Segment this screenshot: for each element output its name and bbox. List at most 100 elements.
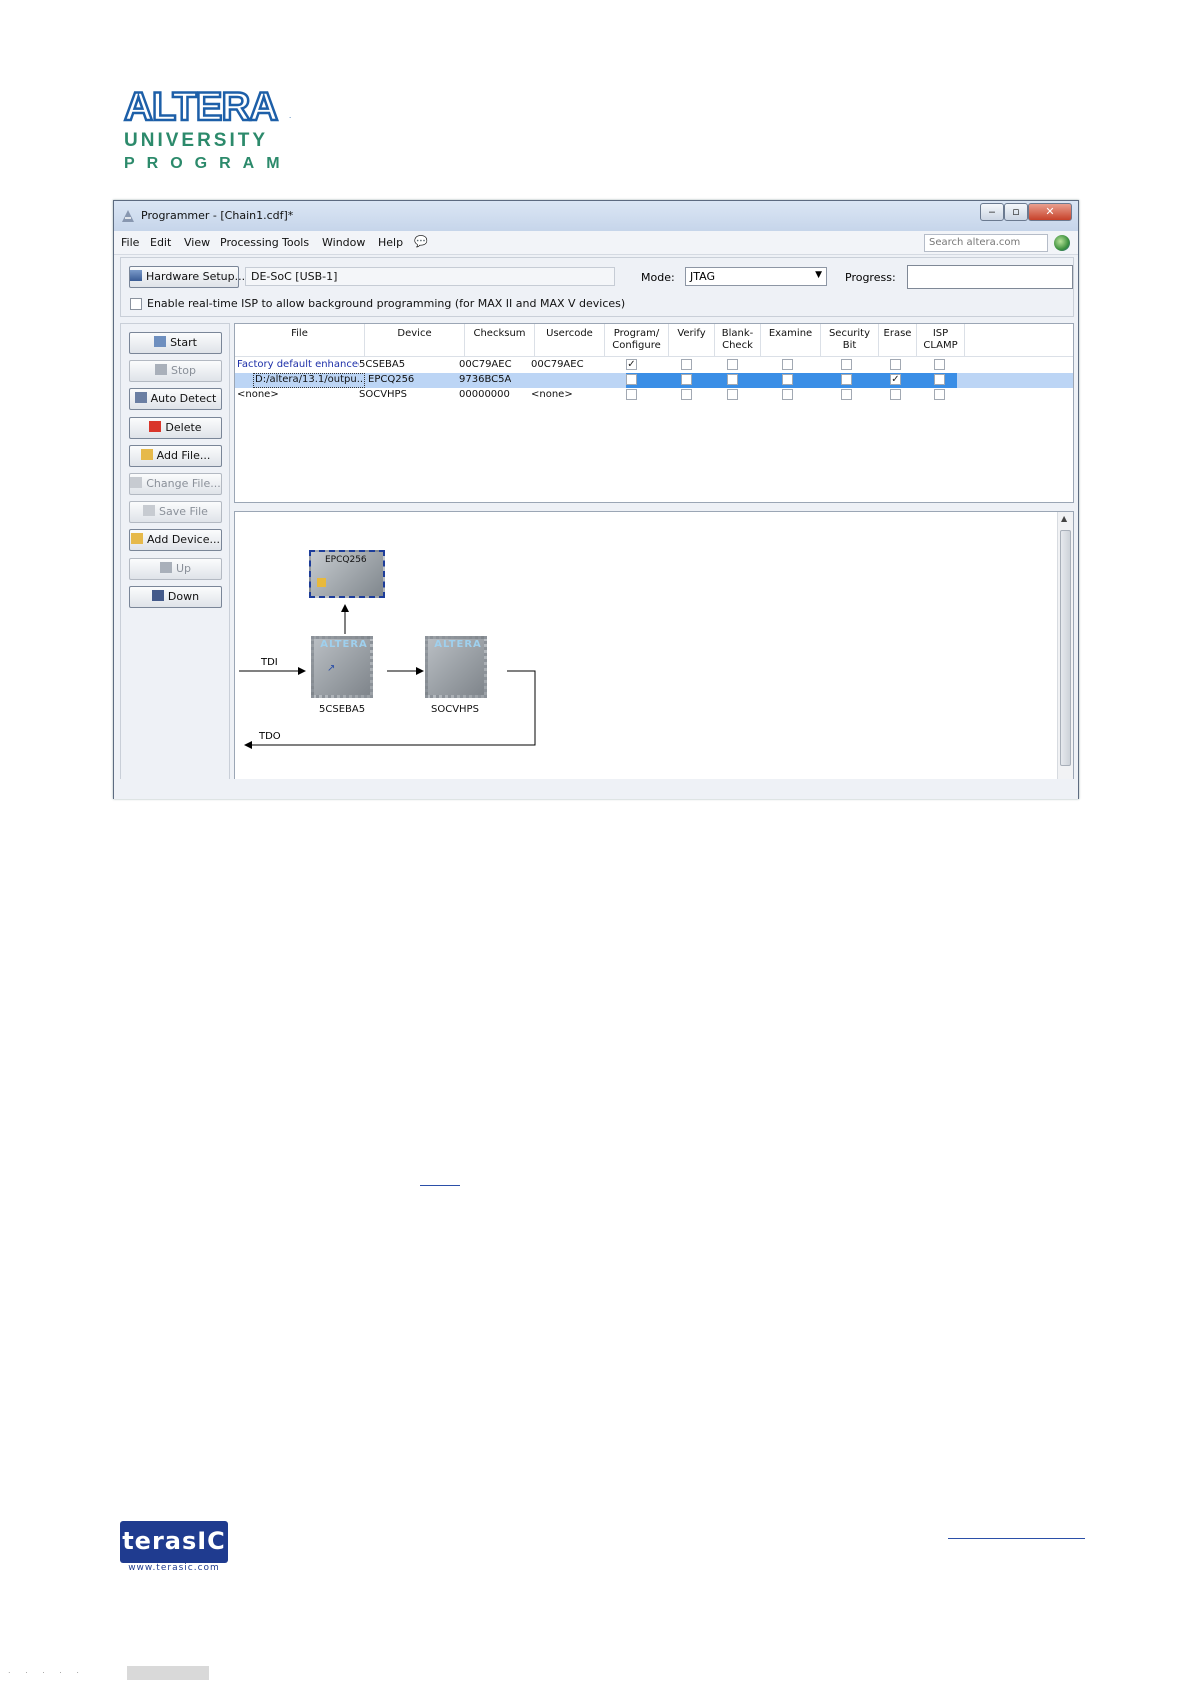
programmer-app-icon xyxy=(122,210,134,222)
mode-select[interactable]: JTAG ▼ xyxy=(685,267,827,286)
scroll-up-icon[interactable]: ▲ xyxy=(1061,514,1067,523)
save-file-button[interactable]: Save File xyxy=(129,501,222,524)
menu-file[interactable]: File xyxy=(121,236,139,249)
flash-file-icon xyxy=(317,578,326,587)
checkbox[interactable] xyxy=(782,374,793,385)
checkbox[interactable] xyxy=(727,359,738,370)
up-button[interactable]: Up xyxy=(129,557,222,580)
button-label: Up xyxy=(175,561,192,575)
checkbox[interactable] xyxy=(681,389,692,400)
table-row[interactable]: D:/altera/13.1/outpu... EPCQ256 9736BC5A ✓ xyxy=(235,373,1073,388)
altera-university-program-logo: ALTERA . UNIVERSITY PROGRAM xyxy=(122,84,302,174)
hardware-icon xyxy=(130,270,142,281)
vertical-scrollbar[interactable]: ▲ ▼ xyxy=(1057,512,1073,792)
menu-help[interactable]: Help xyxy=(378,236,403,249)
checkbox[interactable]: ✓ xyxy=(890,374,901,385)
column-header[interactable]: Device xyxy=(365,324,465,356)
table-row[interactable]: Factory default enhanced...5CSEBA5 00C79A… xyxy=(235,358,1073,373)
hyperlink-underline[interactable] xyxy=(420,1185,460,1186)
cell-file[interactable]: Factory default enhanced... xyxy=(237,359,359,370)
terasic-logo-box: terasIC xyxy=(120,1521,228,1563)
menu-processing[interactable]: Processing xyxy=(220,236,279,249)
checkbox[interactable] xyxy=(727,389,738,400)
tdo-wire xyxy=(244,670,536,749)
column-header[interactable]: Security Bit xyxy=(821,324,879,356)
delete-button[interactable]: Delete xyxy=(129,416,222,439)
menu-window[interactable]: Window xyxy=(322,236,365,249)
progress-bar xyxy=(907,265,1073,289)
column-header[interactable]: Erase xyxy=(879,324,917,356)
change-file-button[interactable]: Change File... xyxy=(129,473,222,495)
epcq-flash-device[interactable]: EPCQ256 xyxy=(309,550,385,598)
column-header[interactable]: Usercode xyxy=(535,324,605,356)
checkbox[interactable] xyxy=(727,374,738,385)
checkbox[interactable] xyxy=(890,359,901,370)
checkbox[interactable] xyxy=(681,374,692,385)
button-label: Add Device... xyxy=(147,533,220,547)
checkbox[interactable] xyxy=(890,389,901,400)
column-header[interactable]: ISP CLAMP xyxy=(917,324,965,356)
column-header[interactable]: Checksum xyxy=(465,324,535,356)
add-device-icon xyxy=(131,533,144,545)
table-row[interactable]: <none> SOCVHPS 00000000 <none> xyxy=(235,388,1073,403)
hardware-setup-button[interactable]: Hardware Setup... xyxy=(129,266,245,288)
title-bar[interactable]: Programmer - [Chain1.cdf]* ‒ ▫ ✕ xyxy=(114,201,1078,231)
window-title: Programmer - [Chain1.cdf]* xyxy=(141,209,294,222)
menu-edit[interactable]: Edit xyxy=(150,236,171,249)
cell-file[interactable]: <none> xyxy=(237,389,359,400)
device-socvhps[interactable]: ALTERA xyxy=(425,636,487,698)
progress-label: Progress: xyxy=(845,271,896,284)
checkbox[interactable] xyxy=(841,359,852,370)
checkbox[interactable] xyxy=(681,359,692,370)
checkbox[interactable] xyxy=(782,389,793,400)
checkbox[interactable] xyxy=(934,359,945,370)
column-header[interactable]: Program/ Configure xyxy=(605,324,669,356)
search-input[interactable]: Search altera.com xyxy=(924,234,1048,252)
scroll-thumb[interactable] xyxy=(1060,530,1071,766)
cell-checksum: 00000000 xyxy=(459,389,510,400)
column-header[interactable]: Examine xyxy=(761,324,821,356)
checkbox[interactable] xyxy=(841,389,852,400)
checkbox[interactable] xyxy=(934,374,945,385)
start-button[interactable]: Start xyxy=(129,332,222,354)
menu-view[interactable]: View xyxy=(184,236,210,249)
column-header[interactable]: Blank- Check xyxy=(715,324,761,356)
cell-device: SOCVHPS xyxy=(359,389,407,400)
footer-dots: . . . . . xyxy=(8,1666,85,1675)
hardware-field: DE-SoC [USB-1] xyxy=(245,267,615,286)
focus-outline xyxy=(253,373,365,388)
down-button[interactable]: Down xyxy=(129,585,222,608)
globe-icon[interactable] xyxy=(1054,235,1070,251)
checkbox[interactable] xyxy=(841,374,852,385)
isp-checkbox[interactable] xyxy=(130,298,142,310)
column-header[interactable]: File xyxy=(235,324,365,356)
button-label: Add File... xyxy=(156,448,211,462)
checkbox[interactable] xyxy=(626,389,637,400)
maximize-button[interactable]: ▫ xyxy=(1004,203,1028,221)
menu-tools[interactable]: Tools xyxy=(282,236,309,249)
svg-text:UNIVERSITY: UNIVERSITY xyxy=(124,130,268,151)
footer-link-underline[interactable] xyxy=(948,1538,1085,1539)
programmer-window: Programmer - [Chain1.cdf]* ‒ ▫ ✕ File Ed… xyxy=(113,200,1079,799)
change-file-icon xyxy=(130,477,143,488)
minimize-button[interactable]: ‒ xyxy=(980,203,1004,221)
jtag-chain-diagram: TDI TDO EPCQ256 ALTERA ↗ 5CSEBA5 ALTERA … xyxy=(234,511,1074,793)
stop-button[interactable]: Stop xyxy=(129,360,222,383)
help-topic-icon[interactable]: 💬 xyxy=(414,235,428,249)
terasic-logo: terasIC www.terasic.com xyxy=(120,1521,228,1573)
page: { "window": { "title": "Programmer - [Ch… xyxy=(0,0,1191,1684)
stop-icon xyxy=(154,364,167,376)
checkbox[interactable] xyxy=(934,389,945,400)
column-header[interactable]: Verify xyxy=(669,324,715,356)
auto-detect-button[interactable]: Auto Detect xyxy=(129,388,222,411)
checkbox[interactable] xyxy=(782,359,793,370)
altera-chip-logo: ALTERA xyxy=(434,639,482,650)
add-device-button[interactable]: Add Device... xyxy=(129,529,222,552)
checkbox[interactable] xyxy=(626,374,637,385)
add-file-button[interactable]: Add File... xyxy=(129,444,222,467)
close-button[interactable]: ✕ xyxy=(1028,203,1072,221)
footer-page-bar xyxy=(127,1666,209,1680)
device-socvhps-label: SOCVHPS xyxy=(431,704,479,715)
device-5cseba5[interactable]: ALTERA ↗ xyxy=(311,636,373,698)
checkbox[interactable]: ✓ xyxy=(626,359,637,370)
